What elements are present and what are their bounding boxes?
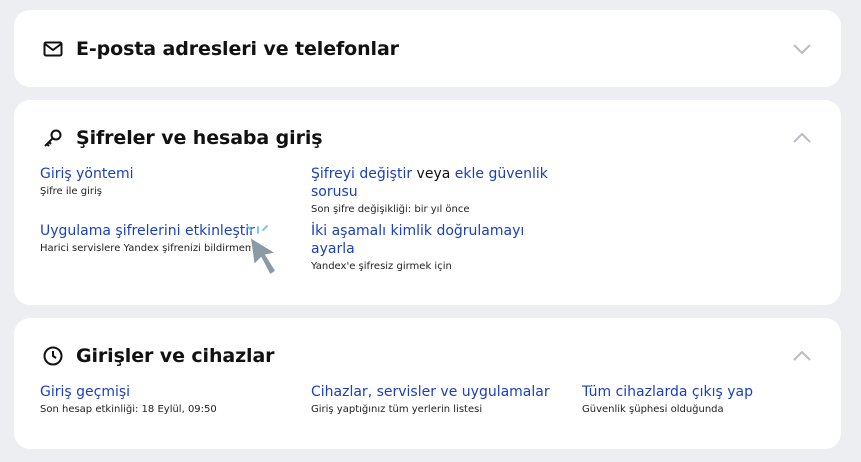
chevron-up-icon[interactable] xyxy=(791,345,813,367)
mail-icon xyxy=(42,38,64,60)
change-password-connector: veya xyxy=(412,166,455,182)
login-history-link[interactable]: Giriş geçmişi xyxy=(40,383,290,401)
devices-link[interactable]: Cihazlar, servisler ve uygulamalar xyxy=(311,383,561,401)
login-method-subtitle: Şifre ile giriş xyxy=(40,186,102,197)
logins-devices-card: Girişler ve cihazlar Giriş geçmişi Son h… xyxy=(14,318,841,449)
change-password-item: Şifreyi değiştir veya ekle güvenlik soru… xyxy=(311,165,551,217)
login-history-item: Giriş geçmişi Son hesap etkinliği: 18 Ey… xyxy=(40,383,290,417)
chevron-up-icon[interactable] xyxy=(791,127,813,149)
two-factor-item: İki aşamalı kimlik doğrulamayı ayarla Ya… xyxy=(311,222,551,274)
change-password-link[interactable]: Şifreyi değiştir xyxy=(311,166,412,182)
logout-all-link[interactable]: Tüm cihazlarda çıkış yap xyxy=(582,383,832,401)
email-phones-title: E-posta adresleri ve telefonlar xyxy=(76,37,399,60)
key-icon xyxy=(42,127,64,149)
change-password-subtitle: Son şifre değişikliği: bir yıl önce xyxy=(311,204,470,215)
email-phones-header[interactable]: E-posta adresleri ve telefonlar xyxy=(42,10,399,87)
login-history-subtitle: Son hesap etkinliği: 18 Eylül, 09:50 xyxy=(40,404,217,415)
login-method-item: Giriş yöntemi Şifre ile giriş xyxy=(40,165,290,199)
email-phones-card: E-posta adresleri ve telefonlar xyxy=(14,10,841,87)
passwords-login-card: Şifreler ve hesaba giriş Giriş yöntemi Ş… xyxy=(14,100,841,305)
logout-all-item: Tüm cihazlarda çıkış yap Güvenlik şüphes… xyxy=(582,383,832,417)
clock-icon xyxy=(42,345,64,367)
two-factor-link[interactable]: İki aşamalı kimlik doğrulamayı ayarla xyxy=(311,222,551,258)
two-factor-subtitle: Yandex'e şifresiz girmek için xyxy=(311,261,452,272)
mouse-cursor-icon xyxy=(247,225,279,277)
change-password-line: Şifreyi değiştir veya ekle güvenlik soru… xyxy=(311,165,551,201)
devices-item: Cihazlar, servisler ve uygulamalar Giriş… xyxy=(311,383,561,417)
chevron-down-icon[interactable] xyxy=(791,38,813,60)
logout-all-subtitle: Güvenlik şüphesi olduğunda xyxy=(582,404,724,415)
logins-devices-title: Girişler ve cihazlar xyxy=(76,345,275,367)
login-method-link[interactable]: Giriş yöntemi xyxy=(40,165,290,183)
passwords-login-title: Şifreler ve hesaba giriş xyxy=(76,127,323,149)
devices-subtitle: Giriş yaptığınız tüm yerlerin listesi xyxy=(311,404,483,415)
